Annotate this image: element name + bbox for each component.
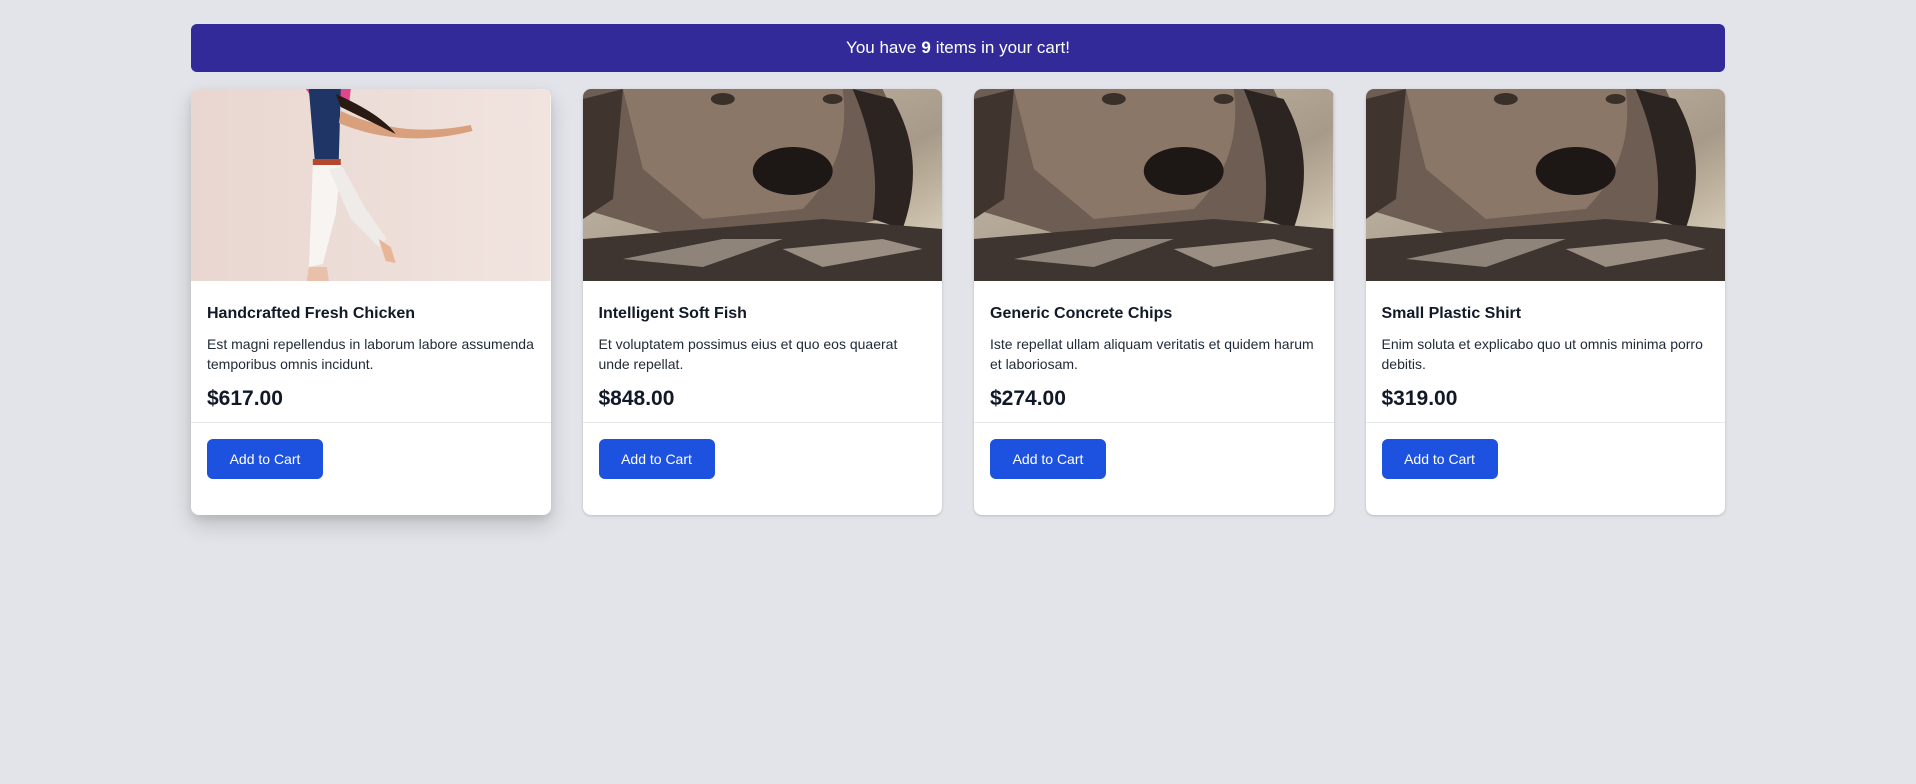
product-card-body: Intelligent Soft Fish Et voluptatem poss… <box>583 281 943 422</box>
add-to-cart-button[interactable]: Add to Cart <box>990 439 1106 479</box>
product-description: Iste repellat ullam aliquam veritatis et… <box>990 336 1314 372</box>
product-title: Generic Concrete Chips <box>990 305 1173 322</box>
product-card-footer: Add to Cart <box>582 422 942 495</box>
product-card-footer: Add to Cart <box>974 422 1334 495</box>
product-card-body: Handcrafted Fresh Chicken Est magni repe… <box>191 281 551 422</box>
dog-resting-photo-icon <box>974 89 1334 281</box>
product-card-footer: Add to Cart <box>191 422 551 495</box>
product-title: Handcrafted Fresh Chicken <box>207 305 416 322</box>
product-title: Intelligent Soft Fish <box>598 305 747 322</box>
product-card: Small Plastic Shirt Enim soluta et expli… <box>1365 89 1726 515</box>
product-price: $319.00 <box>1381 387 1458 410</box>
product-description: Enim soluta et explicabo quo ut omnis mi… <box>1381 336 1703 372</box>
add-to-cart-button[interactable]: Add to Cart <box>598 439 715 479</box>
product-card: Handcrafted Fresh Chicken Est magni repe… <box>191 89 551 515</box>
product-price: $617.00 <box>207 387 283 410</box>
product-grid: Handcrafted Fresh Chicken Est magni repe… <box>191 89 1725 515</box>
product-card-body: Generic Concrete Chips Iste repellat ull… <box>974 281 1334 422</box>
product-card: Intelligent Soft Fish Et voluptatem poss… <box>582 89 943 515</box>
product-card-body: Small Plastic Shirt Enim soluta et expli… <box>1366 281 1726 422</box>
cart-banner-prefix: You have <box>846 38 917 57</box>
product-price: $848.00 <box>598 387 675 410</box>
woman-jumping-photo-icon <box>191 89 551 281</box>
cart-banner: You have 9 items in your cart! <box>191 24 1725 72</box>
shop-container: You have 9 items in your cart! Handcraft… <box>191 24 1725 515</box>
product-card-footer: Add to Cart <box>1365 422 1725 495</box>
product-image <box>191 89 551 281</box>
product-image <box>974 89 1334 281</box>
product-description: Et voluptatem possimus eius et quo eos q… <box>598 336 898 372</box>
product-price: $274.00 <box>990 387 1066 410</box>
product-description: Est magni repellendus in laborum labore … <box>207 336 534 372</box>
product-image <box>582 89 942 281</box>
add-to-cart-button[interactable]: Add to Cart <box>1381 439 1498 479</box>
cart-item-count: 9 <box>921 38 931 57</box>
product-card: Generic Concrete Chips Iste repellat ull… <box>974 89 1334 515</box>
dog-resting-photo-icon <box>582 89 942 281</box>
cart-banner-suffix: items in your cart! <box>935 38 1070 57</box>
add-to-cart-button[interactable]: Add to Cart <box>207 439 323 479</box>
dog-resting-photo-icon <box>1365 89 1725 281</box>
product-image <box>1365 89 1725 281</box>
product-title: Small Plastic Shirt <box>1381 305 1522 322</box>
